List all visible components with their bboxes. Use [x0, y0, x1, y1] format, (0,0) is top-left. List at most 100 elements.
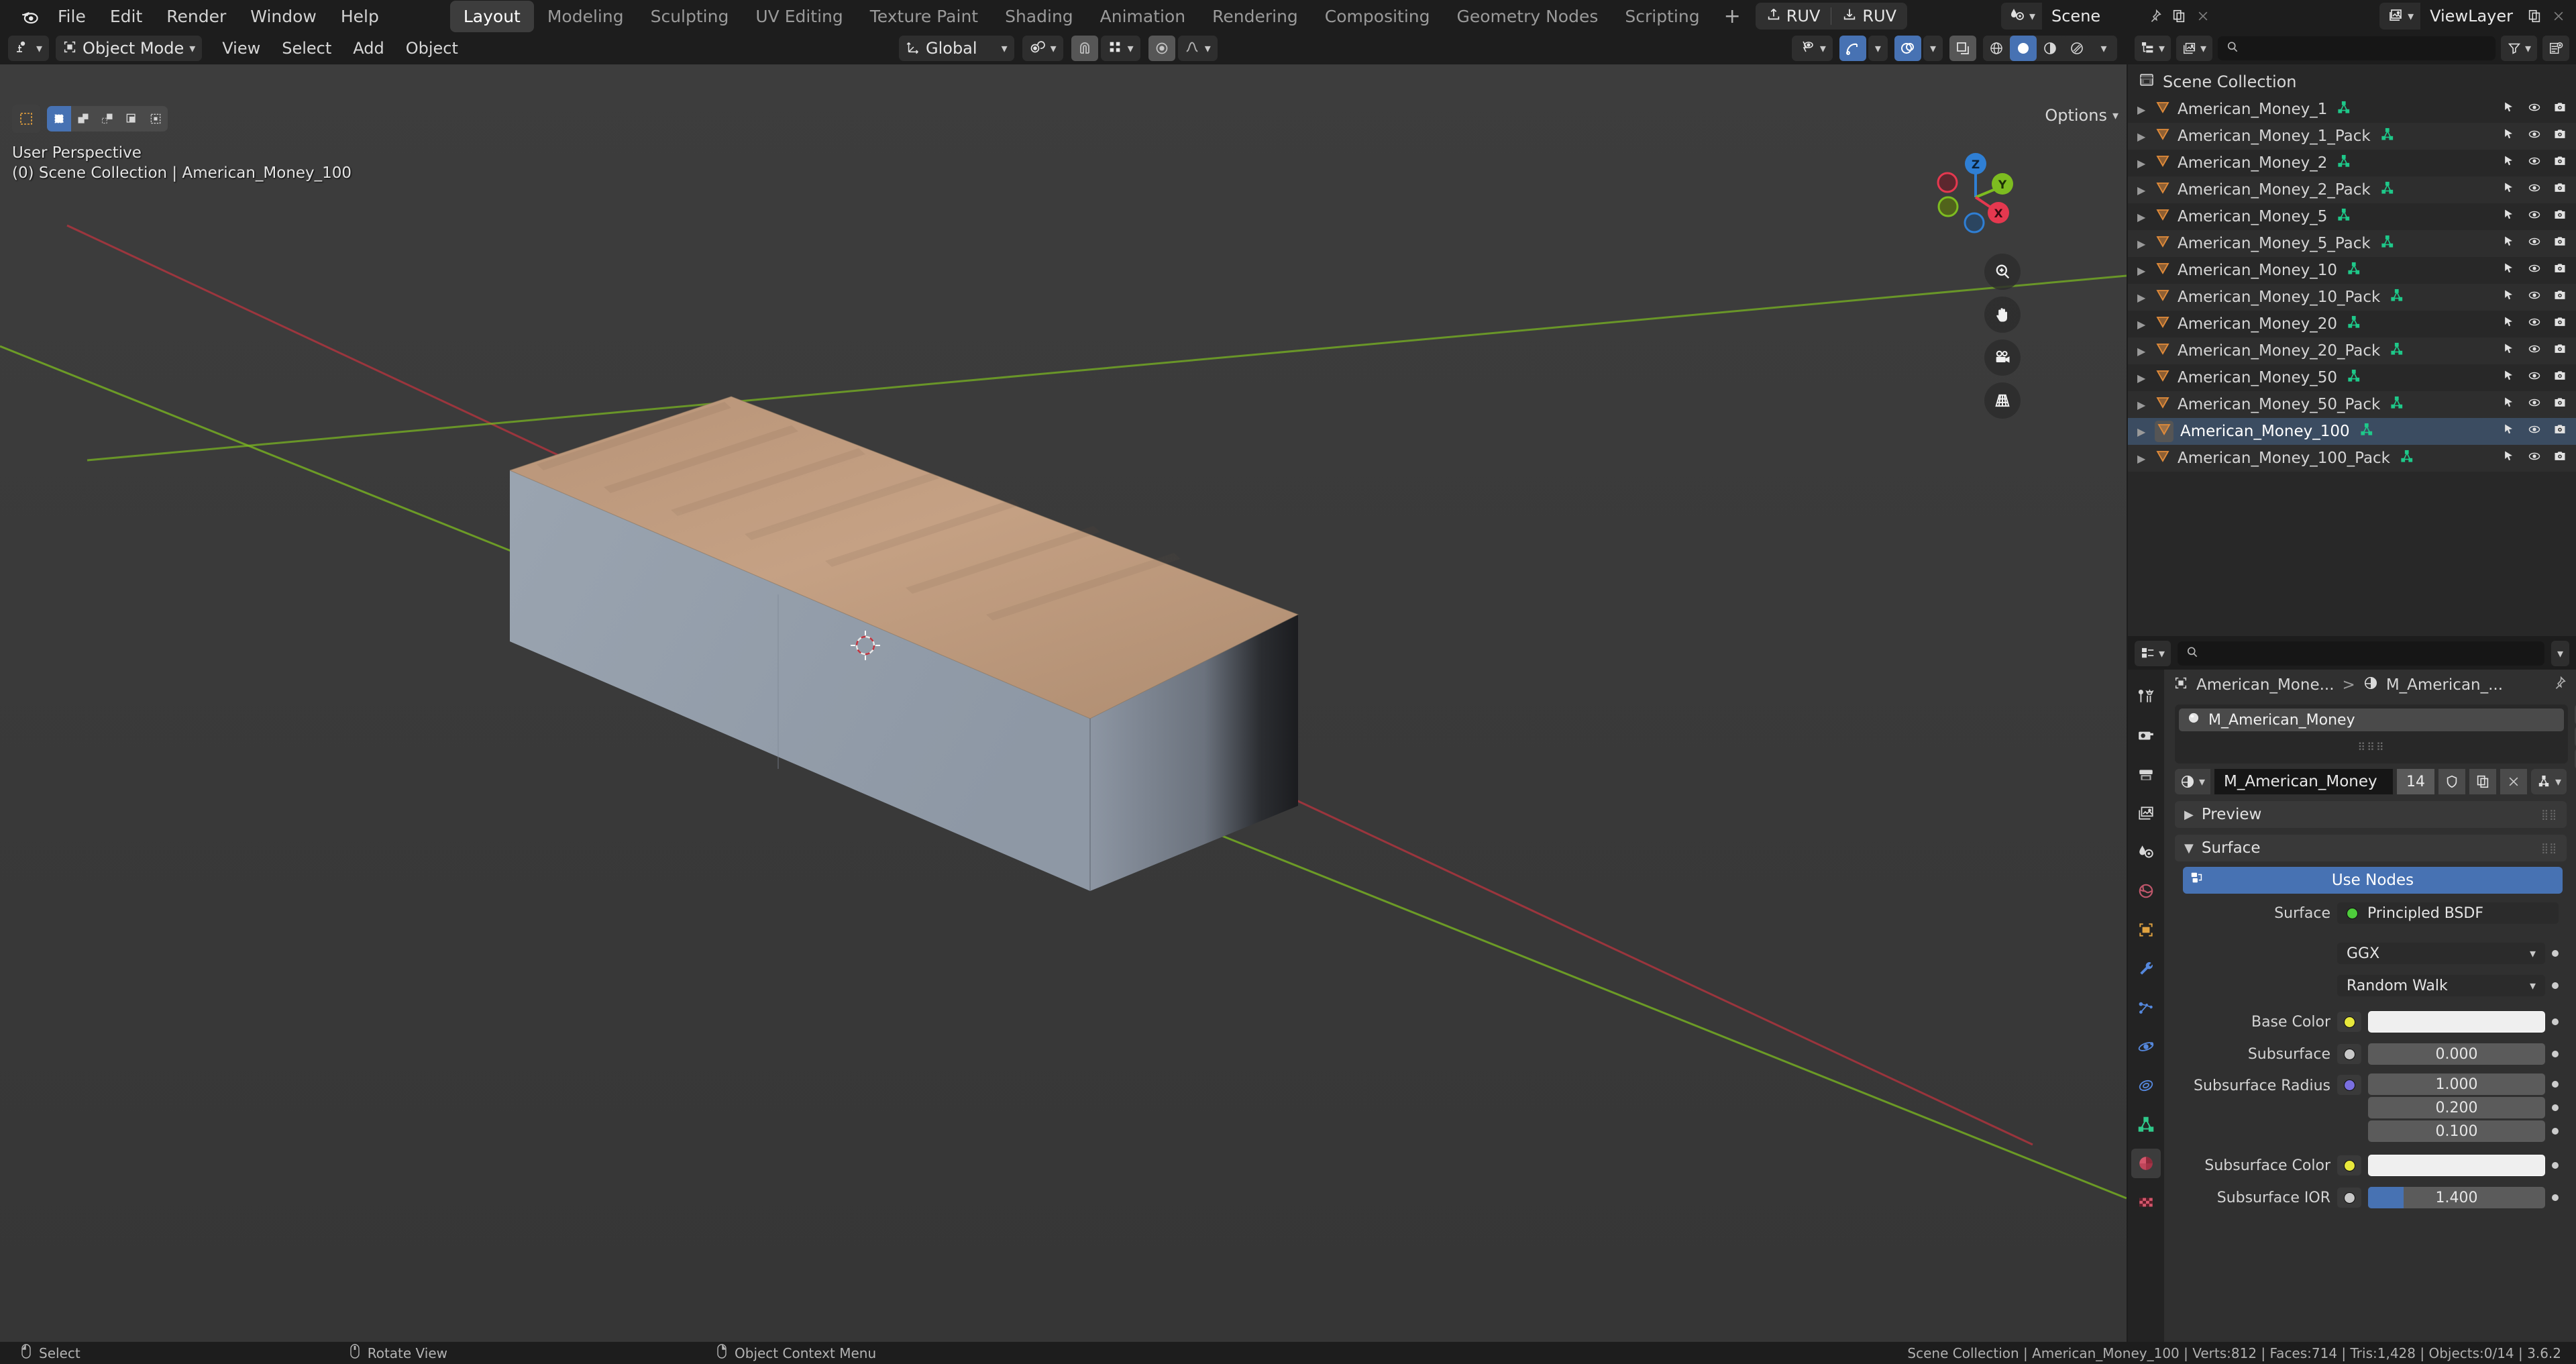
mesh-data-icon[interactable] — [2390, 342, 2404, 360]
outliner-row-american_money_1[interactable]: ▶ American_Money_1 — [2128, 96, 2576, 123]
gizmo-dropdown[interactable]: ▾ — [1868, 36, 1888, 61]
mesh-data-icon[interactable] — [2347, 368, 2361, 387]
mesh-data-icon[interactable] — [2347, 261, 2361, 280]
outliner-row-american_money_100[interactable]: ▶ American_Money_100 — [2128, 418, 2576, 445]
cursor-selectable-icon[interactable] — [2502, 396, 2516, 413]
hand-pan-icon[interactable] — [1984, 297, 2021, 333]
camera-render-icon[interactable] — [2553, 423, 2567, 440]
subsurface-radius-socket[interactable] — [2337, 1075, 2361, 1095]
breadcrumb-material-label[interactable]: M_American_... — [2386, 676, 2503, 694]
blender-logo-icon[interactable] — [15, 1, 46, 32]
animate-property-dot[interactable] — [2552, 1128, 2559, 1135]
cursor-selectable-icon[interactable] — [2502, 423, 2516, 440]
fake-user-shield-icon[interactable] — [2438, 769, 2465, 794]
shading-solid-button[interactable] — [2010, 36, 2037, 61]
mesh-data-icon[interactable] — [2359, 422, 2374, 441]
tweak-tool-icon[interactable] — [12, 105, 40, 133]
subsurface-ior-slider[interactable]: 1.400 — [2368, 1187, 2545, 1208]
outliner-row-american_money_100_pack[interactable]: ▶ American_Money_100_Pack — [2128, 445, 2576, 472]
overlays-toggle[interactable] — [1894, 36, 1921, 61]
subsurface-method-dropdown[interactable]: Random Walk ▾ — [2337, 975, 2545, 996]
outliner-row-american_money_20_pack[interactable]: ▶ American_Money_20_Pack — [2128, 337, 2576, 364]
properties-search-input[interactable] — [2178, 641, 2544, 666]
shading-material-preview-button[interactable] — [2037, 36, 2063, 61]
camera-render-icon[interactable] — [2553, 154, 2567, 172]
subsurface-radius-z[interactable]: 0.100 — [2368, 1120, 2545, 1142]
tab-geometry-nodes[interactable]: Geometry Nodes — [1444, 1, 1612, 32]
mesh-data-icon[interactable] — [2347, 315, 2361, 333]
mesh-data-icon[interactable] — [2380, 180, 2395, 199]
animate-property-dot[interactable] — [2552, 1051, 2559, 1057]
panel-preview[interactable]: ▶ Preview ⣿⣿ — [2175, 801, 2567, 828]
material-browse-button[interactable]: ▾ — [2175, 769, 2211, 794]
mesh-data-icon[interactable] — [2400, 449, 2414, 468]
disclosure-triangle-icon[interactable]: ▶ — [2137, 372, 2155, 384]
animate-property-dot[interactable] — [2552, 982, 2559, 989]
disclosure-triangle-icon[interactable]: ▶ — [2137, 103, 2155, 116]
viewport-menu-view[interactable]: View — [211, 39, 271, 58]
properties-tab-texture[interactable] — [2131, 1188, 2161, 1217]
tab-rendering[interactable]: Rendering — [1199, 1, 1311, 32]
properties-tab-object-data[interactable] — [2131, 1110, 2161, 1139]
disclosure-triangle-icon[interactable]: ▶ — [2137, 399, 2155, 411]
properties-tab-view-layer[interactable] — [2131, 798, 2161, 828]
tab-texture-paint[interactable]: Texture Paint — [857, 1, 991, 32]
menu-edit[interactable]: Edit — [98, 3, 154, 30]
new-collection-icon[interactable] — [2542, 36, 2569, 61]
camera-render-icon[interactable] — [2553, 396, 2567, 413]
properties-tab-particles[interactable] — [2131, 993, 2161, 1022]
select-extend-icon[interactable] — [71, 106, 95, 132]
eye-icon[interactable] — [2528, 369, 2541, 386]
animate-property-dot[interactable] — [2552, 1104, 2559, 1111]
view-layer-browse-button[interactable]: ▾ — [2379, 3, 2421, 30]
eye-icon[interactable] — [2528, 423, 2541, 440]
mesh-data-icon[interactable] — [2337, 154, 2351, 172]
copy-icon[interactable] — [2522, 3, 2546, 30]
menu-help[interactable]: Help — [329, 3, 391, 30]
cursor-selectable-icon[interactable] — [2502, 181, 2516, 199]
add-workspace-button[interactable]: + — [1713, 5, 1752, 28]
outliner-row-american_money_1_pack[interactable]: ▶ American_Money_1_Pack — [2128, 123, 2576, 150]
select-box-icon[interactable] — [47, 106, 71, 132]
animate-property-dot[interactable] — [2552, 950, 2559, 957]
material-data-slot-dropdown[interactable]: ▾ — [2530, 769, 2567, 794]
disclosure-triangle-icon[interactable]: ▶ — [2137, 452, 2155, 465]
outliner-row-american_money_5[interactable]: ▶ American_Money_5 — [2128, 203, 2576, 230]
view-layer-name-field[interactable]: ViewLayer — [2420, 3, 2522, 30]
outliner-search-input[interactable] — [2218, 36, 2496, 60]
camera-render-icon[interactable] — [2553, 208, 2567, 225]
select-intersect-icon[interactable] — [144, 106, 168, 132]
disclosure-triangle-icon[interactable]: ▶ — [2137, 291, 2155, 304]
eye-icon[interactable] — [2528, 315, 2541, 333]
subsurface-color-swatch[interactable] — [2368, 1155, 2545, 1176]
distribution-dropdown[interactable]: GGX ▾ — [2337, 943, 2545, 964]
transform-orientation-dropdown[interactable]: Global ▾ — [899, 36, 1014, 61]
pin-icon[interactable] — [2552, 676, 2567, 694]
subsurface-ior-socket[interactable] — [2337, 1188, 2361, 1208]
camera-render-icon[interactable] — [2553, 288, 2567, 306]
outliner-scene-collection-row[interactable]: Scene Collection — [2128, 68, 2576, 96]
properties-options-dropdown[interactable]: ▾ — [2551, 641, 2569, 666]
mesh-data-icon[interactable] — [2337, 207, 2351, 226]
tab-uv-editing[interactable]: UV Editing — [742, 1, 856, 32]
eye-icon[interactable] — [2528, 342, 2541, 360]
material-users-count[interactable]: 14 — [2396, 769, 2434, 794]
snap-magnet-toggle[interactable] — [1071, 36, 1098, 61]
disclosure-triangle-icon[interactable]: ▶ — [2137, 425, 2155, 438]
disclosure-triangle-icon[interactable]: ▶ — [2137, 264, 2155, 277]
eye-icon[interactable] — [2528, 396, 2541, 413]
outliner-filter-button[interactable]: ▾ — [2500, 36, 2537, 61]
outliner-filter-id-icon[interactable]: ▾ — [2176, 36, 2213, 61]
eye-icon[interactable] — [2528, 127, 2541, 145]
interaction-mode-dropdown[interactable]: Object Mode ▾ — [56, 36, 203, 61]
copy-icon[interactable] — [2167, 3, 2191, 30]
subsurface-color-socket[interactable] — [2337, 1155, 2361, 1175]
material-slot-item[interactable]: M_American_Money — [2179, 709, 2564, 731]
camera-render-icon[interactable] — [2553, 262, 2567, 279]
properties-editor-type-icon[interactable]: ▾ — [2135, 641, 2171, 666]
pin-icon[interactable] — [2143, 3, 2167, 30]
cursor-selectable-icon[interactable] — [2502, 235, 2516, 252]
tab-layout[interactable]: Layout — [449, 0, 534, 32]
subsurface-value[interactable]: 0.000 — [2368, 1043, 2545, 1065]
unlink-x-icon[interactable] — [2500, 769, 2527, 794]
